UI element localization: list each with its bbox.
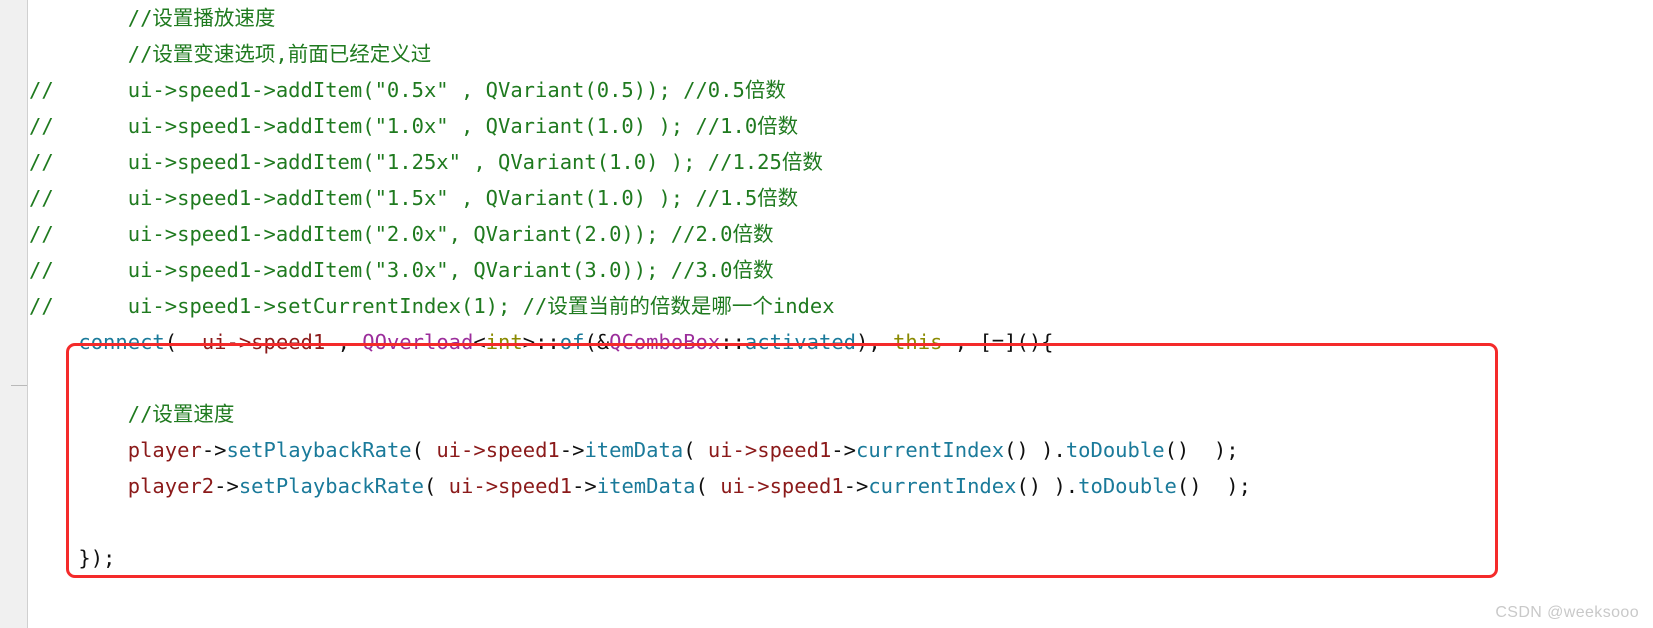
code-line[interactable]: // ui->speed1->addItem("1.5x" , QVariant…	[29, 180, 1653, 216]
code-token-pun: });	[29, 546, 116, 570]
code-token-var: player	[127, 438, 202, 462]
code-token-var: ui->speed1	[448, 474, 573, 498]
code-token-fn: of	[559, 330, 585, 354]
code-token-var: ui->speed1	[201, 330, 326, 354]
code-line[interactable]: // ui->speed1->addItem("1.0x" , QVariant…	[29, 108, 1653, 144]
code-token-kw: int	[485, 330, 523, 354]
code-line[interactable]	[29, 504, 1653, 540]
code-line[interactable]: // ui->speed1->addItem("0.5x" , QVariant…	[29, 72, 1653, 108]
code-token-cmt: //设置播放速度	[127, 6, 276, 30]
code-line[interactable]: player->setPlaybackRate( ui->speed1->ite…	[29, 432, 1653, 468]
code-token-var: ui->speed1	[436, 438, 560, 462]
code-token-fn: toDouble	[1078, 474, 1177, 498]
code-line[interactable]: // ui->speed1->addItem("3.0x", QVariant(…	[29, 252, 1653, 288]
code-token-pun: ->	[559, 438, 585, 462]
code-token-var: ui->speed1	[707, 438, 832, 462]
code-token-fn: currentIndex	[868, 474, 1017, 498]
code-line[interactable]: //设置变速选项,前面已经定义过	[29, 36, 1653, 72]
code-token-pun: (	[695, 474, 721, 498]
code-token-tmpl: QOverload	[362, 330, 474, 354]
code-token-fn: connect	[78, 330, 165, 354]
code-token-fn: setPlaybackRate	[226, 438, 412, 462]
code-token-pun: ->	[572, 474, 597, 498]
code-token-var: ui->speed1	[720, 474, 844, 498]
code-token-pun: ->	[214, 474, 239, 498]
code-token-fn: activated	[744, 330, 857, 354]
code-token-cmt: //设置变速选项,前面已经定义过	[127, 42, 432, 66]
code-token-kw: this	[893, 330, 943, 354]
code-token-pun: ->	[201, 438, 227, 462]
code-token-pun: (&	[584, 330, 610, 354]
gutter-fold-marker	[11, 385, 27, 386]
code-line[interactable]: connect( ui->speed1 , QOverload<int>::of…	[29, 324, 1653, 360]
code-token-cmt: // ui->speed1->addItem("1.5x" , QVariant…	[29, 186, 799, 210]
code-token-pun: () ).	[1016, 474, 1079, 498]
code-token-fn: setPlaybackRate	[238, 474, 424, 498]
code-token-pun: () );	[1176, 474, 1251, 498]
code-token-pun: ->	[843, 474, 869, 498]
code-token-pun: <	[473, 330, 486, 354]
csdn-watermark: CSDN @weeksooo	[1495, 604, 1639, 621]
code-line[interactable]: player2->setPlaybackRate( ui->speed1->it…	[29, 468, 1653, 504]
code-line[interactable]: //设置速度	[29, 396, 1653, 432]
code-token-pun: (	[411, 438, 437, 462]
code-content[interactable]: //设置播放速度 //设置变速选项,前面已经定义过 // ui->speed1->…	[29, 0, 1653, 628]
code-token-pun: (	[683, 438, 708, 462]
code-token-pun: (	[423, 474, 449, 498]
code-token-cmt: // ui->speed1->addItem("2.0x", QVariant(…	[29, 222, 774, 246]
code-token-fn: currentIndex	[855, 438, 1005, 462]
code-token-pun	[29, 438, 128, 462]
code-token-pun: ::	[720, 330, 745, 354]
code-token-pun: >::	[522, 330, 560, 354]
editor-gutter	[0, 0, 28, 628]
code-token-pun: , [=](){	[942, 330, 1054, 354]
code-token-pun: (	[164, 330, 202, 354]
code-token-cmt: //设置速度	[127, 402, 235, 426]
code-token-tmpl: QComboBox	[609, 330, 721, 354]
code-line[interactable]: });	[29, 540, 1653, 576]
code-token-pun	[29, 330, 78, 354]
code-token-pun: ),	[856, 330, 894, 354]
code-editor-screenshot: //设置播放速度 //设置变速选项,前面已经定义过 // ui->speed1->…	[0, 0, 1653, 628]
code-token-fn: toDouble	[1065, 438, 1165, 462]
code-token-pun: ->	[831, 438, 856, 462]
code-line[interactable]: // ui->speed1->setCurrentIndex(1); //设置当…	[29, 288, 1653, 324]
code-token-cmt: // ui->speed1->addItem("1.25x" , QVarian…	[29, 150, 823, 174]
code-token-pun: ,	[325, 330, 363, 354]
code-token-cmt: // ui->speed1->addItem("1.0x" , QVariant…	[29, 114, 799, 138]
code-line[interactable]	[29, 360, 1653, 396]
code-token-var: player2	[127, 474, 215, 498]
code-token-cmt: // ui->speed1->addItem("3.0x", QVariant(…	[29, 258, 774, 282]
code-token-pun	[29, 474, 128, 498]
code-token-cmt: // ui->speed1->addItem("0.5x" , QVariant…	[29, 78, 786, 102]
code-token-pun: () );	[1164, 438, 1239, 462]
code-token-pun	[29, 402, 128, 426]
code-token-pun: () ).	[1004, 438, 1066, 462]
code-line[interactable]: //设置播放速度	[29, 0, 1653, 36]
code-token-fn: itemData	[596, 474, 696, 498]
code-line[interactable]: // ui->speed1->addItem("2.0x", QVariant(…	[29, 216, 1653, 252]
code-token-cmt: // ui->speed1->setCurrentIndex(1); //设置当…	[29, 294, 835, 318]
code-token-fn: itemData	[584, 438, 684, 462]
code-line[interactable]: // ui->speed1->addItem("1.25x" , QVarian…	[29, 144, 1653, 180]
